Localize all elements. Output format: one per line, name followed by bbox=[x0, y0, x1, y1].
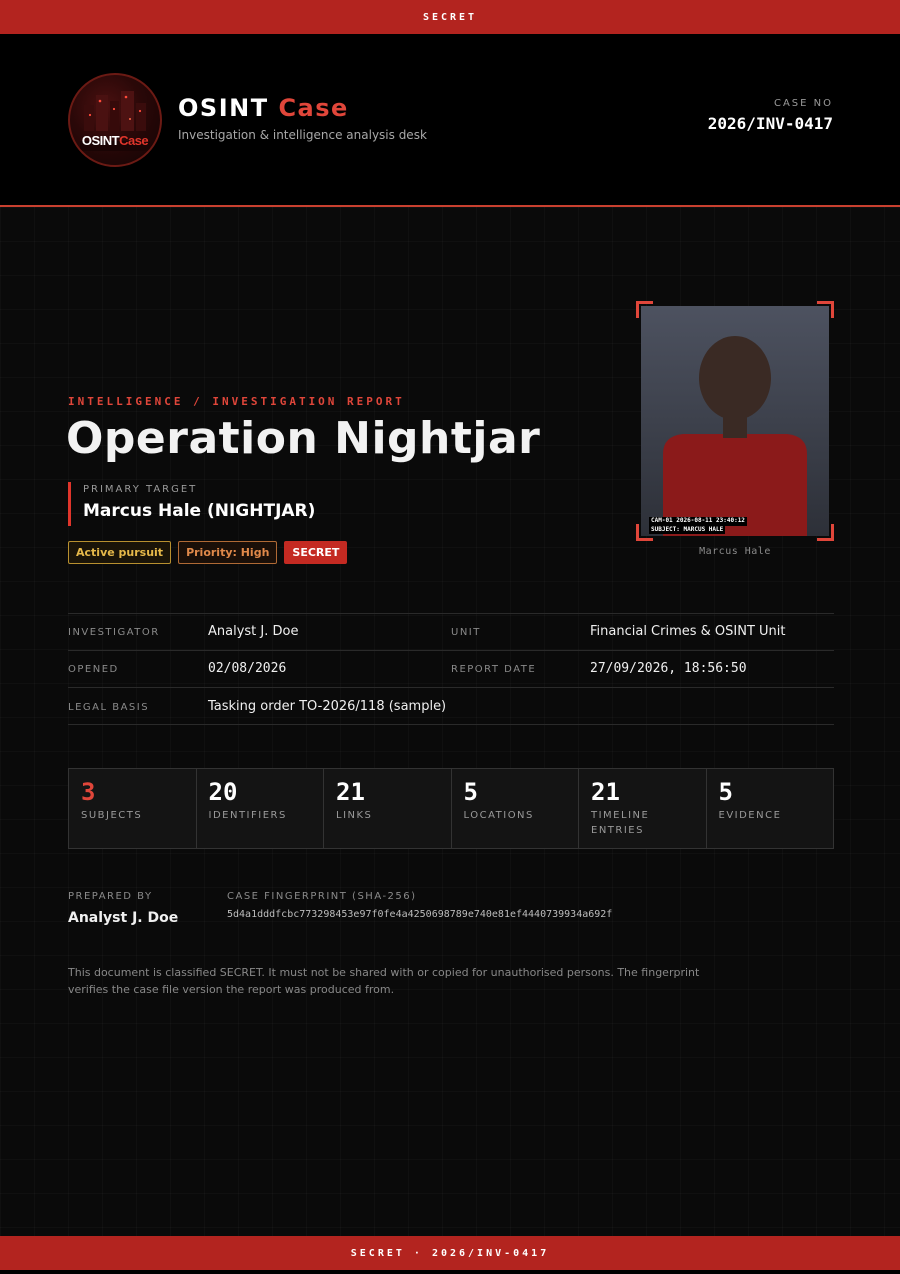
case-stats: 3 SUBJECTS 20 IDENTIFIERS 21 LINKS 5 LOC… bbox=[68, 768, 834, 849]
report-body: INTELLIGENCE / INVESTIGATION REPORT Oper… bbox=[0, 207, 900, 1236]
stat-value: 5 bbox=[463, 778, 478, 806]
investigator-value: Analyst J. Doe bbox=[208, 624, 299, 639]
metadata-row: OPENED 02/08/2026 REPORT DATE 27/09/2026… bbox=[68, 651, 834, 688]
opened-value: 02/08/2026 bbox=[208, 661, 287, 676]
brand-subtitle: Investigation & intelligence analysis de… bbox=[178, 128, 427, 142]
logo-wordmark: OSINTCase bbox=[81, 133, 149, 148]
classification-banner-top: SECRET bbox=[0, 0, 900, 34]
subject-photo-frame: CAM-01 2026-08-11 23:40:12 SUBJECT: MARC… bbox=[636, 301, 834, 541]
status-badge-pursuit: Active pursuit bbox=[68, 541, 172, 564]
report-header: OSINTCase OSINT Case Investigation & int… bbox=[0, 34, 900, 207]
classification-banner-bottom: SECRET · 2026/INV-0417 bbox=[0, 1236, 900, 1274]
stat-value: 5 bbox=[718, 778, 733, 806]
photo-caption: Marcus Hale bbox=[699, 546, 771, 557]
investigator-label: INVESTIGATOR bbox=[68, 627, 160, 638]
classification-notice: This document is classified SECRET. It m… bbox=[68, 966, 700, 996]
stat-subjects: 3 SUBJECTS bbox=[69, 769, 197, 848]
stat-links: 21 LINKS bbox=[324, 769, 452, 848]
report-date-value: 27/09/2026, 18:56:50 bbox=[590, 661, 747, 676]
case-metadata-table: INVESTIGATOR Analyst J. Doe UNIT Financi… bbox=[68, 613, 834, 725]
primary-target-name: Marcus Hale (NIGHTJAR) bbox=[83, 501, 316, 521]
metadata-row: INVESTIGATOR Analyst J. Doe UNIT Financi… bbox=[68, 614, 834, 651]
stat-label: IDENTIFIERS bbox=[208, 810, 287, 821]
metadata-row: LEGAL BASIS Tasking order TO-2026/118 (s… bbox=[68, 688, 834, 725]
brand-title: OSINT Case bbox=[178, 94, 349, 122]
fingerprint-hash: 5d4a1dddfcbc773298453e97f0fe4a4250698789… bbox=[227, 909, 613, 920]
stat-timeline-entries: 21 TIMELINE ENTRIES bbox=[579, 769, 707, 848]
unit-label: UNIT bbox=[451, 627, 481, 638]
opened-label: OPENED bbox=[68, 664, 119, 675]
report-kicker: INTELLIGENCE / INVESTIGATION REPORT bbox=[68, 395, 405, 408]
case-number-block: CASE NO 2026/INV-0417 bbox=[708, 98, 833, 133]
status-badge-classification: SECRET bbox=[284, 541, 348, 564]
stat-value: 21 bbox=[591, 778, 620, 806]
brand-block: OSINT Case Investigation & intelligence … bbox=[178, 94, 427, 142]
stat-label: LOCATIONS bbox=[463, 810, 534, 821]
primary-target-label: PRIMARY TARGET bbox=[83, 484, 198, 495]
person-silhouette-icon bbox=[663, 336, 807, 536]
report-date-label: REPORT DATE bbox=[451, 664, 537, 675]
legal-basis-value: Tasking order TO-2026/118 (sample) bbox=[208, 699, 447, 714]
primary-target: PRIMARY TARGET Marcus Hale (NIGHTJAR) bbox=[68, 482, 315, 526]
prepared-by-name: Analyst J. Doe bbox=[68, 910, 179, 926]
brand-logo: OSINTCase bbox=[68, 73, 162, 167]
city-skyline-icon bbox=[80, 91, 150, 151]
prepared-by: PREPARED BY Analyst J. Doe bbox=[68, 891, 178, 926]
cctv-overlay: CAM-01 2026-08-11 23:40:12 SUBJECT: MARC… bbox=[649, 517, 747, 534]
case-number-label: CASE NO bbox=[773, 98, 833, 109]
stat-label: LINKS bbox=[336, 810, 373, 821]
status-badge-priority: Priority: High bbox=[178, 541, 278, 564]
stat-label: TIMELINE ENTRIES bbox=[591, 810, 650, 836]
fingerprint-label: CASE FINGERPRINT (SHA-256) bbox=[227, 891, 417, 902]
legal-basis-label: LEGAL BASIS bbox=[68, 702, 150, 713]
operation-title: Operation Nightjar bbox=[66, 413, 541, 464]
subject-photo: CAM-01 2026-08-11 23:40:12 SUBJECT: MARC… bbox=[641, 306, 829, 536]
case-number: 2026/INV-0417 bbox=[707, 114, 833, 133]
stat-label: EVIDENCE bbox=[718, 810, 782, 821]
stat-identifiers: 20 IDENTIFIERS bbox=[197, 769, 324, 848]
stat-locations: 5 LOCATIONS bbox=[452, 769, 579, 848]
prepared-by-label: PREPARED BY bbox=[68, 891, 153, 902]
stat-label: SUBJECTS bbox=[81, 810, 143, 821]
stat-value: 20 bbox=[208, 778, 238, 806]
stat-evidence: 5 EVIDENCE bbox=[707, 769, 834, 848]
status-badges: Active pursuit Priority: High SECRET bbox=[68, 541, 348, 564]
stat-value: 21 bbox=[336, 778, 365, 806]
case-fingerprint: CASE FINGERPRINT (SHA-256) 5d4a1dddfcbc7… bbox=[227, 891, 612, 920]
stat-value: 3 bbox=[81, 778, 96, 806]
unit-value: Financial Crimes & OSINT Unit bbox=[590, 624, 786, 639]
